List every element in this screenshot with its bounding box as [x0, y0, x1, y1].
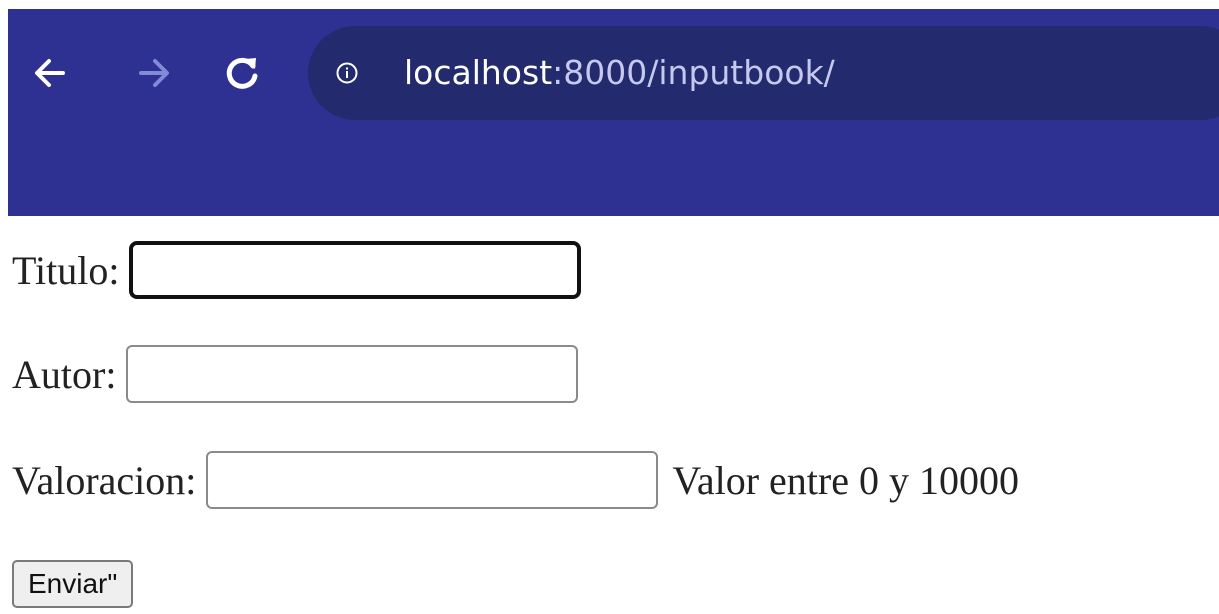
info-icon[interactable] — [336, 62, 358, 84]
valoracion-row: Valoracion: Valor entre 0 y 10000 — [12, 450, 1019, 510]
titulo-label: Titulo: — [12, 247, 120, 293]
autor-label: Autor: — [12, 351, 117, 397]
back-arrow-icon — [35, 59, 65, 87]
top-strip — [0, 0, 1219, 9]
url-text[interactable]: localhost:8000/inputbook/ — [404, 46, 835, 100]
forward-arrow-icon — [139, 59, 169, 87]
valoracion-hint: Valor entre 0 y 10000 — [672, 457, 1019, 503]
url-host: localhost — [404, 53, 553, 92]
browser-toolbar: localhost:8000/inputbook/ — [8, 9, 1219, 216]
submit-row: Enviar" — [12, 554, 134, 614]
submit-button[interactable]: Enviar" — [12, 560, 134, 608]
back-button[interactable] — [30, 53, 70, 93]
titulo-input[interactable] — [129, 241, 582, 299]
address-bar[interactable]: localhost:8000/inputbook/ — [308, 26, 1219, 120]
autor-row: Autor: — [12, 344, 579, 404]
url-path: :8000/inputbook/ — [552, 53, 835, 92]
page-content: Titulo: Autor: Valoracion: Valor entre 0… — [0, 216, 1219, 610]
reload-button[interactable] — [222, 53, 262, 93]
autor-input[interactable] — [126, 345, 579, 403]
titulo-row: Titulo: — [12, 240, 582, 300]
valoracion-label: Valoracion: — [12, 457, 197, 503]
reload-icon — [226, 57, 258, 89]
forward-button[interactable] — [134, 53, 174, 93]
valoracion-input[interactable] — [206, 451, 659, 509]
